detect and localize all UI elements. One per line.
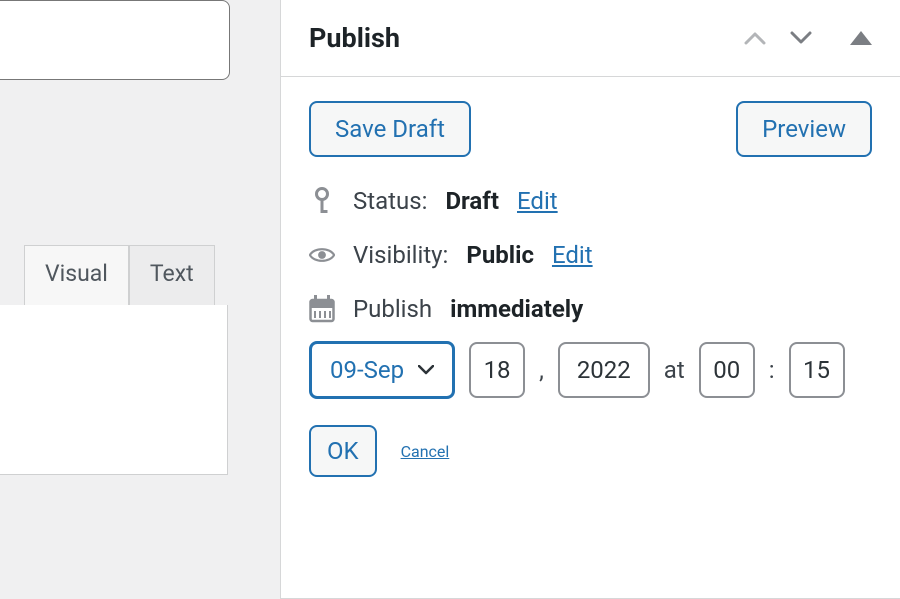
visibility-edit-link[interactable]: Edit xyxy=(552,241,593,269)
visibility-value: Public xyxy=(466,241,534,269)
key-icon xyxy=(309,187,335,215)
schedule-label: Publish xyxy=(353,295,432,323)
schedule-date-row: 09-Sep 18 , 2022 at 00 : 15 xyxy=(309,341,872,399)
calendar-icon xyxy=(309,295,335,323)
publish-metabox: Publish Save Draft Preview Sta xyxy=(280,0,900,599)
month-select[interactable]: 09-Sep xyxy=(309,341,455,399)
tab-visual[interactable]: Visual xyxy=(24,245,129,306)
move-down-icon[interactable] xyxy=(790,31,812,45)
publish-title: Publish xyxy=(309,22,400,54)
publish-header: Publish xyxy=(281,0,900,77)
preview-button[interactable]: Preview xyxy=(736,101,872,157)
publish-header-controls xyxy=(744,31,872,45)
colon: : xyxy=(769,356,775,384)
at-label: at xyxy=(664,356,685,384)
year-input[interactable]: 2022 xyxy=(558,342,650,398)
editor-body[interactable] xyxy=(0,305,228,475)
day-input[interactable]: 18 xyxy=(469,342,525,398)
hour-input[interactable]: 00 xyxy=(699,342,755,398)
collapse-panel-icon[interactable] xyxy=(850,31,872,45)
visibility-section: Visibility: Public Edit xyxy=(309,241,872,269)
publish-buttons-row: Save Draft Preview xyxy=(309,101,872,157)
tab-text[interactable]: Text xyxy=(129,245,215,306)
schedule-immediately: immediately xyxy=(450,295,583,323)
schedule-section: Publish immediately xyxy=(309,295,872,323)
eye-icon xyxy=(309,245,335,265)
minute-input[interactable]: 15 xyxy=(789,342,845,398)
title-input-box[interactable] xyxy=(0,0,230,80)
chevron-down-icon xyxy=(418,365,434,375)
schedule-confirm-row: OK Cancel xyxy=(309,425,872,477)
status-value: Draft xyxy=(445,187,499,215)
status-label: Status: xyxy=(353,187,427,215)
ok-button[interactable]: OK xyxy=(309,425,377,477)
status-edit-link[interactable]: Edit xyxy=(517,187,558,215)
status-section: Status: Draft Edit xyxy=(309,187,872,215)
publish-body: Save Draft Preview Status: Draft Edit xyxy=(281,77,900,501)
month-select-value: 09-Sep xyxy=(330,356,404,384)
move-up-icon[interactable] xyxy=(744,31,766,45)
save-draft-button[interactable]: Save Draft xyxy=(309,101,471,157)
cancel-link[interactable]: Cancel xyxy=(401,442,450,461)
editor-tabs: Visual Text xyxy=(24,245,215,306)
comma: , xyxy=(539,356,544,384)
visibility-label: Visibility: xyxy=(353,241,448,269)
